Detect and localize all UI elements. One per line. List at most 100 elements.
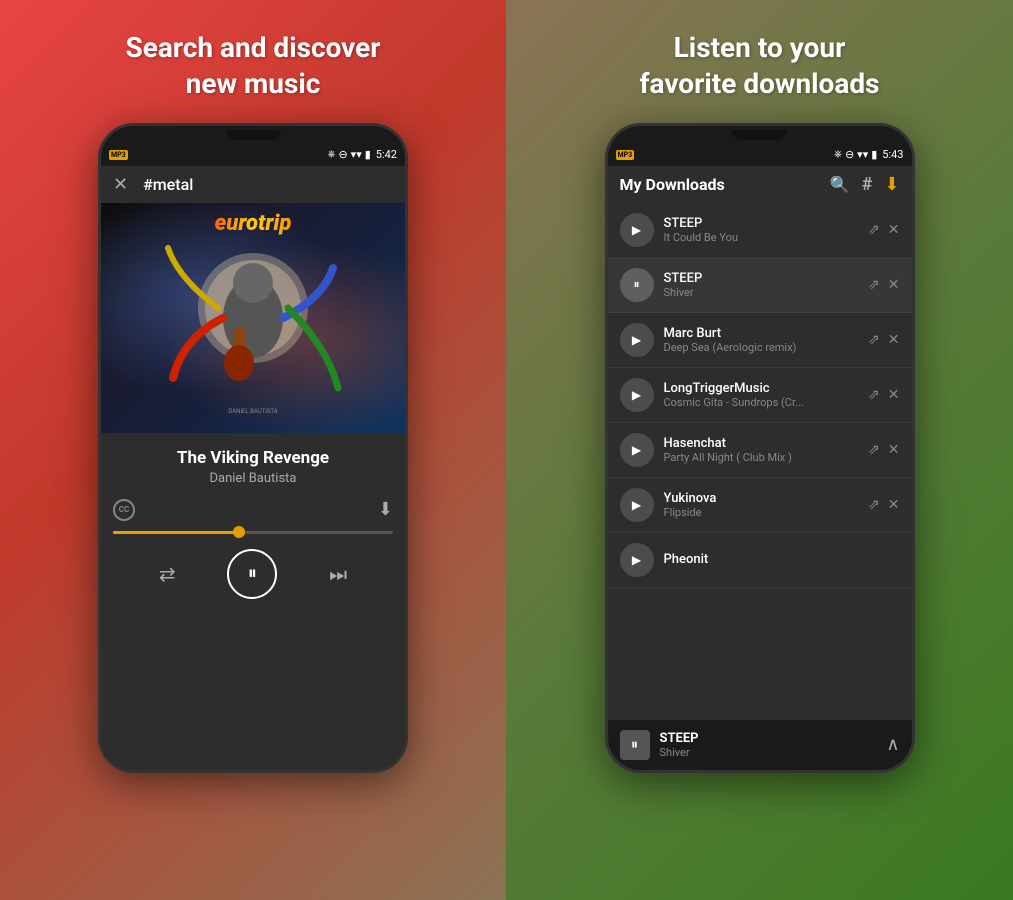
share-button-4[interactable]: ⇗ — [868, 387, 880, 403]
status-right-icons: ⎈ ⊖ ▾▾ ▮ 5:42 — [327, 148, 397, 161]
track-item-playing: ⏸ STEEP Shiver ⇗ ✕ — [608, 258, 912, 313]
left-panel: Search and discovernew music MP3 ⎈ ⊖ ▾▾ … — [0, 0, 506, 900]
track-artist-2: STEEP — [664, 271, 859, 286]
share-button-6[interactable]: ⇗ — [868, 497, 880, 513]
cc-download-row: CC ⬇ — [113, 494, 393, 526]
pause-button[interactable]: ⏸ — [227, 549, 277, 599]
progress-track — [113, 531, 393, 534]
status-bar-right: MP3 ⎈ ⊖ ▾▾ ▮ 5:43 — [608, 144, 912, 166]
right-signal-icon: ⊖ — [845, 148, 854, 161]
right-phone-left-button — [605, 206, 607, 241]
screen-title-left: #metal — [143, 175, 193, 194]
track-actions-5: ⇗ ✕ — [868, 442, 899, 458]
progress-thumb[interactable] — [233, 526, 245, 538]
track-play-button-5[interactable]: ▶ — [620, 433, 654, 467]
pause-icon: ⏸ — [248, 563, 257, 584]
track-pause-button-2[interactable]: ⏸ — [620, 268, 654, 302]
album-art-inner: eurotrip — [101, 203, 405, 433]
wifi-icon: ▾▾ — [351, 148, 362, 161]
expand-player-button[interactable]: ∧ — [886, 734, 899, 755]
track-info-3: Marc Burt Deep Sea (Aerologic remix) — [664, 326, 859, 354]
right-notch-bar — [732, 130, 787, 140]
left-side-button — [98, 206, 100, 241]
screen-right: My Downloads 🔍 # ⬇ ▶ STEEP It Could Be Y… — [608, 166, 912, 770]
now-playing-pause-button[interactable]: ⏸ — [620, 730, 650, 760]
album-art-svg: DANIEL BAUTISTA — [163, 218, 343, 418]
playback-controls: ⇄ ⏸ ⏭ — [113, 539, 393, 609]
track-play-button-3[interactable]: ▶ — [620, 323, 654, 357]
status-left-icons: MP3 — [109, 150, 128, 160]
album-text: eurotrip — [215, 211, 292, 236]
right-phone: MP3 ⎈ ⊖ ▾▾ ▮ 5:43 My Downloads 🔍 # ⬇ — [605, 123, 915, 773]
remove-button-1[interactable]: ✕ — [888, 222, 900, 238]
track-play-button-4[interactable]: ▶ — [620, 378, 654, 412]
track-artist-4: LongTriggerMusic — [664, 381, 859, 396]
track-info-4: LongTriggerMusic Cosmic Gita - Sundrops … — [664, 381, 859, 409]
song-controls-area: CC ⬇ ⇄ ⏸ ⏭ — [101, 494, 405, 770]
hashtag-button[interactable]: # — [862, 174, 873, 195]
remove-button-3[interactable]: ✕ — [888, 332, 900, 348]
track-artist-1: STEEP — [664, 216, 859, 231]
track-title-1: It Could Be You — [664, 231, 859, 244]
track-actions-6: ⇗ ✕ — [868, 497, 899, 513]
phone-notch — [101, 126, 405, 144]
signal-icon: ⊖ — [338, 148, 347, 161]
screen-header-left: ✕ #metal — [101, 166, 405, 203]
now-playing-info: STEEP Shiver — [660, 731, 877, 759]
status-bar-left: MP3 ⎈ ⊖ ▾▾ ▮ 5:42 — [101, 144, 405, 166]
track-artist-7: Pheonit — [664, 552, 900, 567]
next-button[interactable]: ⏭ — [329, 562, 347, 586]
progress-bar[interactable] — [113, 531, 393, 534]
track-title-4: Cosmic Gita - Sundrops (Cr... — [664, 396, 859, 409]
search-button[interactable]: 🔍 — [830, 175, 850, 194]
left-phone: MP3 ⎈ ⊖ ▾▾ ▮ 5:42 ✕ #metal eurotrip — [98, 123, 408, 773]
remove-button-2[interactable]: ✕ — [888, 277, 900, 293]
album-art: eurotrip — [101, 203, 405, 433]
right-headline: Listen to yourfavorite downloads — [640, 30, 880, 103]
track-actions-3: ⇗ ✕ — [868, 332, 899, 348]
remove-button-4[interactable]: ✕ — [888, 387, 900, 403]
track-artist-3: Marc Burt — [664, 326, 859, 341]
download-track-button[interactable]: ⬇ — [378, 499, 393, 520]
now-playing-artist: STEEP — [660, 731, 877, 746]
share-button-2[interactable]: ⇗ — [868, 277, 880, 293]
track-title-3: Deep Sea (Aerologic remix) — [664, 341, 859, 354]
track-play-button-7[interactable]: ▶ — [620, 543, 654, 577]
downloads-title: My Downloads — [620, 175, 725, 194]
right-time-display: 5:43 — [882, 148, 903, 161]
cc-icon[interactable]: CC — [113, 499, 135, 521]
track-info-6: Yukinova Flipside — [664, 491, 859, 519]
track-play-button-6[interactable]: ▶ — [620, 488, 654, 522]
right-side-button — [406, 226, 408, 281]
mp3-badge: MP3 — [109, 150, 128, 160]
song-artist: Daniel Bautista — [113, 471, 393, 486]
progress-fill — [113, 531, 239, 534]
share-button-5[interactable]: ⇗ — [868, 442, 880, 458]
share-button-3[interactable]: ⇗ — [868, 332, 880, 348]
remove-button-6[interactable]: ✕ — [888, 497, 900, 513]
right-wifi-icon: ▾▾ — [857, 148, 868, 161]
time-display: 5:42 — [376, 148, 397, 161]
track-play-button-1[interactable]: ▶ — [620, 213, 654, 247]
share-button-1[interactable]: ⇗ — [868, 222, 880, 238]
right-battery-icon: ▮ — [871, 148, 877, 161]
track-item: ▶ STEEP It Could Be You ⇗ ✕ — [608, 203, 912, 258]
right-status-right: ⎈ ⊖ ▾▾ ▮ 5:43 — [834, 148, 904, 161]
song-title: The Viking Revenge — [113, 448, 393, 468]
remove-button-5[interactable]: ✕ — [888, 442, 900, 458]
notch-bar — [226, 130, 281, 140]
track-item-6: ▶ Yukinova Flipside ⇗ ✕ — [608, 478, 912, 533]
track-item-7: ▶ Pheonit — [608, 533, 912, 588]
screen-header-right: My Downloads 🔍 # ⬇ — [608, 166, 912, 203]
track-item-5: ▶ Hasenchat Party All Night ( Club Mix )… — [608, 423, 912, 478]
left-headline: Search and discovernew music — [125, 30, 380, 103]
track-info-7: Pheonit — [664, 552, 900, 567]
shuffle-button[interactable]: ⇄ — [159, 562, 176, 586]
right-status-left: MP3 — [616, 150, 635, 160]
now-playing-title: Shiver — [660, 746, 877, 759]
header-icons: 🔍 # ⬇ — [830, 174, 900, 195]
track-artist-5: Hasenchat — [664, 436, 859, 451]
download-all-button[interactable]: ⬇ — [884, 174, 899, 195]
track-item-3: ▶ Marc Burt Deep Sea (Aerologic remix) ⇗… — [608, 313, 912, 368]
close-button[interactable]: ✕ — [113, 174, 128, 195]
